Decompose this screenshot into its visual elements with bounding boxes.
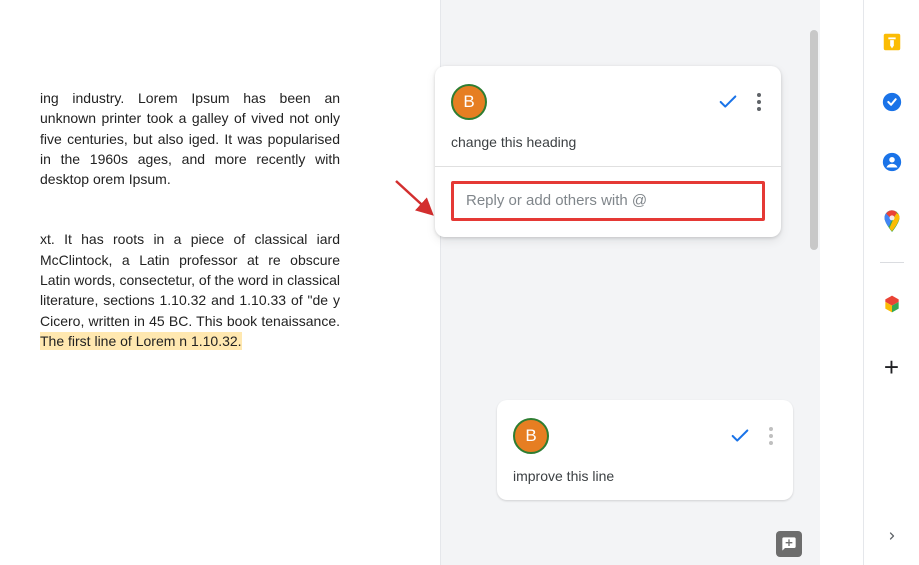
- scrollbar[interactable]: [808, 0, 820, 565]
- document-content: ing industry. Lorem Ipsum has been an un…: [40, 88, 340, 391]
- side-panel: +: [863, 0, 919, 565]
- reply-box[interactable]: [451, 181, 765, 221]
- paragraph-2[interactable]: xt. It has roots in a piece of classical…: [40, 229, 340, 351]
- scrollbar-thumb[interactable]: [810, 30, 818, 250]
- more-options-button[interactable]: [753, 89, 765, 115]
- more-options-button[interactable]: [765, 423, 777, 449]
- text-line: ing industry. Lorem Ipsum has been: [40, 90, 311, 106]
- avatar-initial: B: [463, 92, 474, 112]
- contacts-icon[interactable]: [880, 150, 903, 173]
- resolve-button[interactable]: [729, 425, 751, 447]
- tasks-icon[interactable]: [880, 90, 903, 113]
- collapse-sidepanel-button[interactable]: [886, 529, 898, 547]
- side-divider: [880, 262, 904, 263]
- comment-card[interactable]: B improve this line: [497, 400, 793, 500]
- divider: [435, 166, 781, 167]
- comments-panel: B change this heading B: [440, 0, 820, 565]
- avatar: B: [451, 84, 487, 120]
- text-line: xt. It has roots in a piece of classical…: [40, 231, 340, 328]
- comment-header: B: [451, 84, 765, 120]
- paragraph-1[interactable]: ing industry. Lorem Ipsum has been an un…: [40, 88, 340, 189]
- avatar-initial: B: [525, 426, 536, 446]
- addon-icon[interactable]: [880, 292, 903, 315]
- comment-body: improve this line: [513, 468, 777, 484]
- maps-icon[interactable]: [880, 210, 903, 233]
- avatar: B: [513, 418, 549, 454]
- comment-header: B: [513, 418, 777, 454]
- comment-actions: [717, 89, 765, 115]
- add-comment-button[interactable]: [776, 531, 802, 557]
- keep-icon[interactable]: [880, 30, 903, 53]
- comment-card-active[interactable]: B change this heading: [435, 66, 781, 237]
- resolve-button[interactable]: [717, 91, 739, 113]
- add-addon-button[interactable]: +: [884, 352, 899, 383]
- comment-body: change this heading: [451, 134, 765, 150]
- comment-actions: [729, 423, 777, 449]
- text-line: orem Ipsum.: [93, 171, 171, 187]
- reply-input[interactable]: [466, 192, 750, 209]
- highlighted-text[interactable]: The first line of Lorem n 1.10.32.: [40, 332, 242, 350]
